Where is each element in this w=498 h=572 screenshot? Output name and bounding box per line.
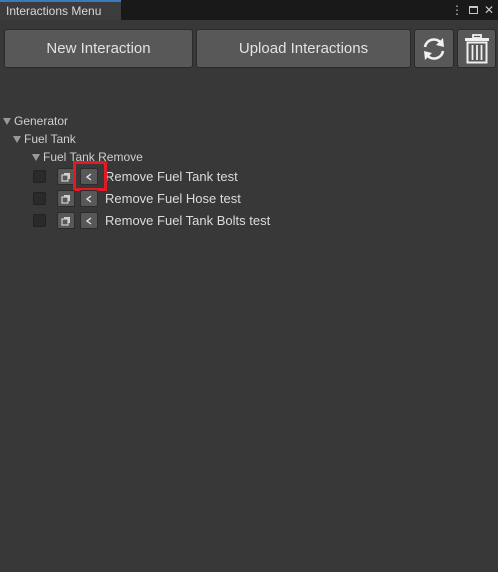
tree-node-label: Fuel Tank Remove	[43, 150, 143, 164]
tree-node-fuel-tank-remove[interactable]: Fuel Tank Remove	[32, 148, 143, 166]
window-controls: ⋮ ✕	[451, 2, 494, 18]
expand-triangle-icon[interactable]	[13, 135, 21, 143]
tree-node-fuel-tank[interactable]: Fuel Tank	[13, 130, 76, 148]
close-icon[interactable]: ✕	[484, 2, 494, 18]
refresh-button[interactable]	[414, 29, 454, 68]
new-interaction-label: New Interaction	[46, 40, 151, 57]
list-item: Remove Fuel Tank test	[0, 161, 498, 191]
tab-title: Interactions Menu	[6, 4, 102, 18]
maximize-icon[interactable]	[468, 6, 478, 14]
share-icon	[85, 194, 92, 203]
interaction-label: Remove Fuel Hose test	[105, 191, 241, 206]
copy-icon	[61, 172, 70, 182]
select-checkbox[interactable]	[33, 170, 46, 183]
upload-interactions-button[interactable]: Upload Interactions	[196, 29, 411, 68]
list-item: Remove Fuel Tank Bolts test	[0, 211, 498, 231]
share-icon	[85, 172, 92, 181]
copy-button[interactable]	[57, 190, 75, 207]
expand-triangle-icon[interactable]	[32, 153, 40, 161]
more-options-icon[interactable]: ⋮	[451, 2, 463, 18]
interaction-label: Remove Fuel Tank test	[105, 169, 238, 184]
share-icon	[85, 216, 92, 225]
copy-button[interactable]	[57, 168, 75, 185]
copy-icon	[61, 194, 70, 204]
tree-node-label: Fuel Tank	[24, 132, 76, 146]
expand-triangle-icon[interactable]	[3, 117, 11, 125]
new-interaction-button[interactable]: New Interaction	[4, 29, 193, 68]
list-item: Remove Fuel Hose test	[0, 189, 498, 209]
share-button[interactable]	[80, 212, 98, 229]
delete-button[interactable]	[457, 29, 496, 68]
interaction-label: Remove Fuel Tank Bolts test	[105, 213, 271, 228]
share-button[interactable]	[80, 190, 98, 207]
upload-interactions-label: Upload Interactions	[238, 40, 369, 57]
select-checkbox[interactable]	[33, 192, 46, 205]
share-button[interactable]	[80, 168, 98, 185]
tree-node-label: Generator	[14, 114, 69, 128]
copy-button[interactable]	[57, 212, 75, 229]
copy-icon	[61, 216, 70, 226]
window-titlebar: Interactions Menu ⋮ ✕	[0, 0, 498, 20]
select-checkbox[interactable]	[33, 214, 46, 227]
tab-interactions-menu[interactable]: Interactions Menu	[0, 0, 121, 20]
trash-icon	[464, 33, 489, 63]
refresh-icon	[423, 37, 445, 60]
tree-node-generator[interactable]: Generator	[3, 112, 68, 130]
